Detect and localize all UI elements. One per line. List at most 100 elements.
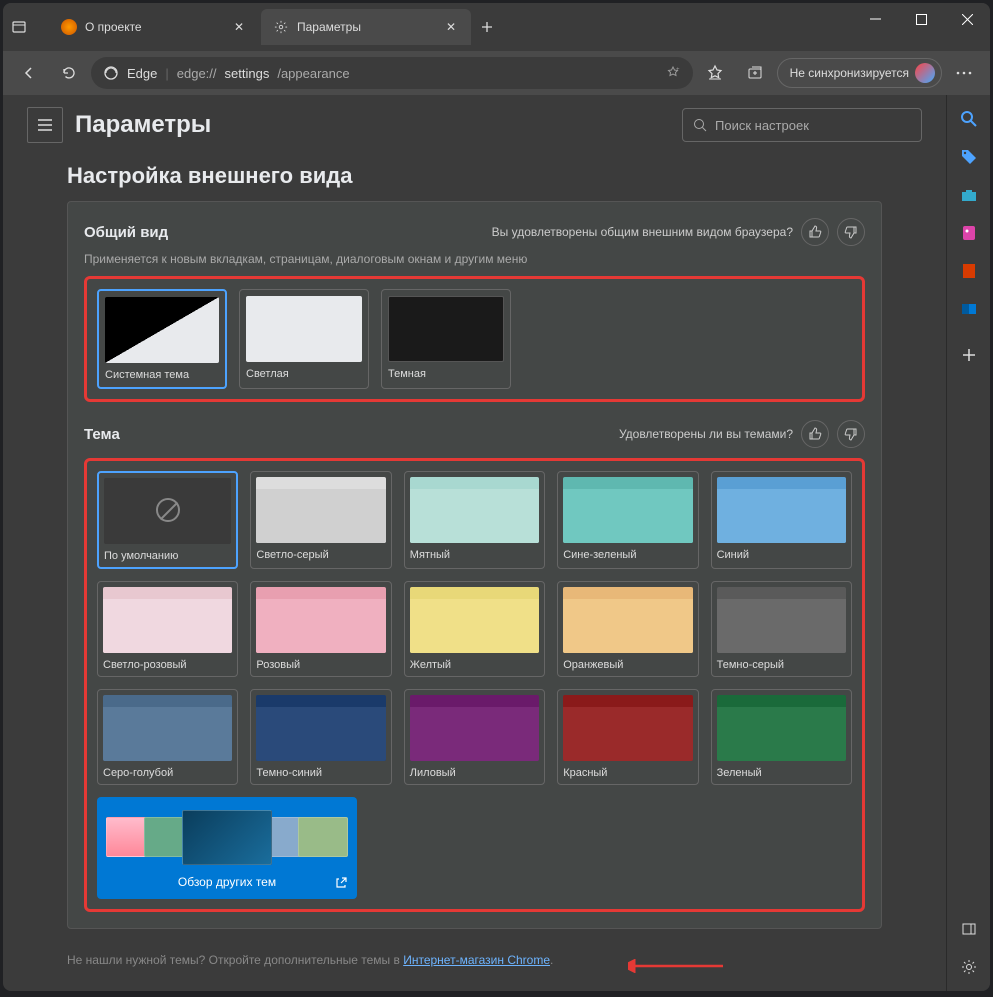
refresh-button[interactable]: [51, 55, 87, 91]
avatar-icon: [915, 63, 935, 83]
theme-card-6[interactable]: Розовый: [250, 581, 391, 677]
theme-card-10[interactable]: Серо-голубой: [97, 689, 238, 785]
brand-label: Edge: [127, 66, 157, 81]
browser-window: О проекте ✕ Параметры ✕ Edge: [3, 3, 990, 991]
settings-icon[interactable]: [957, 955, 981, 979]
tools-icon[interactable]: [957, 183, 981, 207]
content-area: Параметры Поиск настроек Настройка внешн…: [3, 95, 990, 991]
favorites-button[interactable]: [697, 55, 733, 91]
theme-preview: [563, 477, 692, 543]
chrome-store-link[interactable]: Интернет-магазин Chrome: [403, 953, 550, 967]
feedback-text: Вы удовлетворены общим внешним видом бра…: [492, 225, 793, 239]
browse-themes-button[interactable]: Обзор других тем: [97, 797, 357, 899]
mode-light[interactable]: Светлая: [239, 289, 369, 389]
theme-preview: [563, 587, 692, 653]
tab-actions-icon[interactable]: [3, 11, 35, 43]
theme-title: Тема: [84, 426, 120, 443]
theme-label: Оранжевый: [563, 659, 692, 671]
reading-list-icon[interactable]: +: [665, 65, 681, 81]
thumbs-down-button[interactable]: [837, 420, 865, 448]
theme-card-7[interactable]: Желтый: [404, 581, 545, 677]
window-controls: [852, 3, 990, 35]
url-rest: /appearance: [277, 66, 349, 81]
theme-card-5[interactable]: Светло-розовый: [97, 581, 238, 677]
theme-card-1[interactable]: Светло-серый: [250, 471, 391, 569]
theme-label: Красный: [563, 767, 692, 779]
collapse-icon[interactable]: [957, 917, 981, 941]
tab-settings[interactable]: Параметры ✕: [261, 9, 471, 45]
edge-icon: [103, 65, 119, 81]
theme-label: Серо-голубой: [103, 767, 232, 779]
thumbs-up-button[interactable]: [801, 420, 829, 448]
theme-preview: [410, 477, 539, 543]
search-icon[interactable]: [957, 107, 981, 131]
theme-label: Зеленый: [717, 767, 846, 779]
page-title: Параметры: [75, 111, 211, 139]
theme-preview: [410, 587, 539, 653]
theme-label: Синий: [717, 549, 846, 561]
settings-header: Параметры Поиск настроек: [7, 95, 942, 155]
theme-preview: [104, 478, 231, 544]
theme-card-8[interactable]: Оранжевый: [557, 581, 698, 677]
theme-label: Темно-синий: [256, 767, 385, 779]
highlight-box-themes: По умолчанию Светло-серый Мятный Сине-зелен…: [84, 458, 865, 912]
theme-preview: [256, 477, 385, 543]
close-icon[interactable]: ✕: [443, 19, 459, 35]
theme-card-4[interactable]: Синий: [711, 471, 852, 569]
minimize-button[interactable]: [852, 3, 898, 35]
menu-button[interactable]: [27, 107, 63, 143]
theme-preview: [563, 695, 692, 761]
mode-preview: [388, 296, 504, 362]
theme-card-11[interactable]: Темно-синий: [250, 689, 391, 785]
maximize-button[interactable]: [898, 3, 944, 35]
theme-preview: [717, 695, 846, 761]
tab-strip: О проекте ✕ Параметры ✕: [41, 9, 990, 45]
highlight-box-modes: Системная тема Светлая Темная: [84, 276, 865, 402]
annotation-arrow: [628, 959, 728, 973]
mode-dark[interactable]: Темная: [381, 289, 511, 389]
theme-preview: [717, 477, 846, 543]
theme-label: Темно-серый: [717, 659, 846, 671]
theme-label: По умолчанию: [104, 550, 231, 562]
new-tab-button[interactable]: [473, 13, 501, 41]
more-button[interactable]: [946, 55, 982, 91]
collections-button[interactable]: [737, 55, 773, 91]
office-icon[interactable]: [957, 259, 981, 283]
theme-label: Светло-серый: [256, 549, 385, 561]
mode-system[interactable]: Системная тема: [97, 289, 227, 389]
sync-button[interactable]: Не синхронизируется: [777, 58, 942, 88]
section-title: Настройка внешнего вида: [7, 155, 942, 201]
games-icon[interactable]: [957, 221, 981, 245]
theme-card-13[interactable]: Красный: [557, 689, 698, 785]
theme-label: Лиловый: [410, 767, 539, 779]
theme-label: Светло-розовый: [103, 659, 232, 671]
sync-label: Не синхронизируется: [790, 66, 909, 80]
settings-main: Параметры Поиск настроек Настройка внешн…: [3, 95, 946, 991]
theme-card-14[interactable]: Зеленый: [711, 689, 852, 785]
overall-panel: Общий вид Вы удовлетворены общим внешним…: [67, 201, 882, 929]
theme-card-2[interactable]: Мятный: [404, 471, 545, 569]
tab-title: О проекте: [85, 20, 142, 34]
url-prefix: edge://: [177, 66, 217, 81]
address-bar[interactable]: Edge | edge://settings/appearance +: [91, 57, 693, 89]
theme-label: Сине-зеленый: [563, 549, 692, 561]
theme-card-0[interactable]: По умолчанию: [97, 471, 238, 569]
feedback-text: Удовлетворены ли вы темами?: [619, 427, 793, 441]
external-link-icon: [335, 877, 347, 889]
shopping-tag-icon[interactable]: [957, 145, 981, 169]
theme-card-3[interactable]: Сине-зеленый: [557, 471, 698, 569]
theme-label: Розовый: [256, 659, 385, 671]
theme-label: Мятный: [410, 549, 539, 561]
search-input[interactable]: Поиск настроек: [682, 108, 922, 142]
search-icon: [693, 118, 707, 132]
close-button[interactable]: [944, 3, 990, 35]
add-icon[interactable]: [957, 343, 981, 367]
tab-about[interactable]: О проекте ✕: [49, 9, 259, 45]
back-button[interactable]: [11, 55, 47, 91]
theme-card-9[interactable]: Темно-серый: [711, 581, 852, 677]
outlook-icon[interactable]: [957, 297, 981, 321]
thumbs-up-button[interactable]: [801, 218, 829, 246]
theme-card-12[interactable]: Лиловый: [404, 689, 545, 785]
close-icon[interactable]: ✕: [231, 19, 247, 35]
thumbs-down-button[interactable]: [837, 218, 865, 246]
